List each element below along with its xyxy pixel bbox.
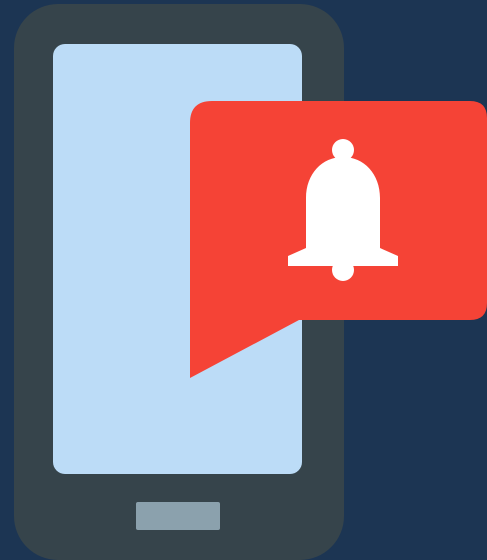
notification-illustration xyxy=(0,0,487,560)
speech-bubble-icon xyxy=(190,101,487,378)
